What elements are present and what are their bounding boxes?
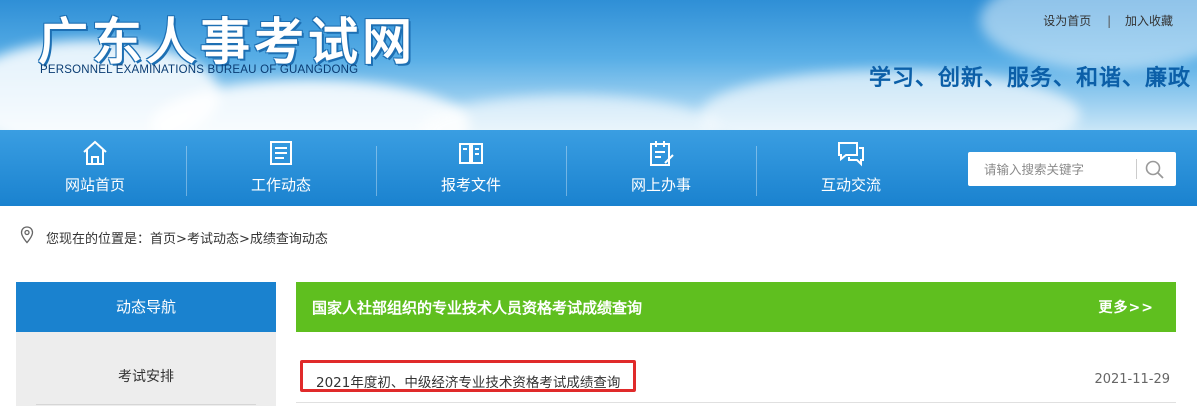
sidebar-item-exam-schedule[interactable]: 考试安排: [16, 332, 276, 406]
breadcrumb-exam-news[interactable]: 考试动态: [187, 232, 239, 247]
breadcrumb-separator: >: [238, 232, 250, 247]
list-item[interactable]: 2021年度初、中级经济专业技术资格考试成绩查询 2021-11-29: [296, 360, 1176, 400]
list-item-date: 2021-11-29: [1094, 372, 1170, 387]
section-title: 国家人社部组织的专业技术人员资格考试成绩查询: [312, 299, 643, 317]
site-subtitle: PERSONNEL EXAMINATIONS BUREAU OF GUANGDO…: [40, 64, 359, 76]
nav-label: 报考文件: [440, 176, 501, 194]
search-icon[interactable]: [1144, 159, 1166, 181]
nav-item-interaction[interactable]: 互动交流: [756, 130, 946, 206]
clipboard-edit-icon: [650, 141, 674, 166]
chat-bubbles-icon: [838, 142, 864, 167]
sidebar-heading: 动态导航: [16, 282, 276, 332]
breadcrumb-home[interactable]: 首页: [150, 232, 176, 247]
news-list-icon: [270, 141, 292, 165]
nav-label: 工作动态: [250, 176, 311, 194]
set-homepage-link[interactable]: 设为首页: [1043, 14, 1091, 28]
search-input[interactable]: [968, 152, 1136, 186]
top-link-separator: |: [1107, 14, 1112, 28]
breadcrumb-separator: >: [176, 232, 187, 247]
search-divider: [1136, 159, 1137, 179]
nav-item-home[interactable]: 网站首页: [0, 130, 190, 206]
nav-label: 网上办事: [630, 176, 691, 194]
breadcrumb-text: 您现在的位置是：首页>考试动态>成绩查询动态: [46, 228, 328, 247]
main-nav: 网站首页 工作动态 报考文件 网上办事 互动交流 请输入搜索关键字: [0, 130, 1197, 206]
nav-label: 互动交流: [820, 176, 881, 194]
top-links: 设为首页 | 加入收藏: [1043, 12, 1173, 29]
list-item-title[interactable]: 2021年度初、中级经济专业技术资格考试成绩查询: [316, 371, 620, 391]
sidebar-divider: [36, 404, 256, 405]
home-icon: [83, 140, 107, 165]
list-divider: [296, 402, 1176, 403]
section-header: 国家人社部组织的专业技术人员资格考试成绩查询 更多>>: [296, 282, 1176, 332]
document-icon: [459, 143, 483, 164]
nav-label: 网站首页: [64, 176, 125, 194]
nav-item-online-services[interactable]: 网上办事: [566, 130, 756, 206]
breadcrumb-score-news[interactable]: 成绩查询动态: [250, 232, 328, 247]
add-favorite-link[interactable]: 加入收藏: [1125, 14, 1173, 28]
header-banner: 广东人事考试网 PERSONNEL EXAMINATIONS BUREAU OF…: [0, 0, 1197, 130]
search-box: [968, 152, 1176, 186]
nav-item-work-news[interactable]: 工作动态: [186, 130, 376, 206]
breadcrumb-prefix: 您现在的位置是：: [46, 232, 151, 247]
location-pin-icon: [20, 226, 34, 244]
more-link[interactable]: 更多>>: [1099, 297, 1154, 317]
cloud-decoration: [420, 95, 720, 130]
site-slogan: 学习、创新、服务、和谐、廉政: [868, 66, 1191, 91]
nav-item-exam-documents[interactable]: 报考文件: [376, 130, 566, 206]
